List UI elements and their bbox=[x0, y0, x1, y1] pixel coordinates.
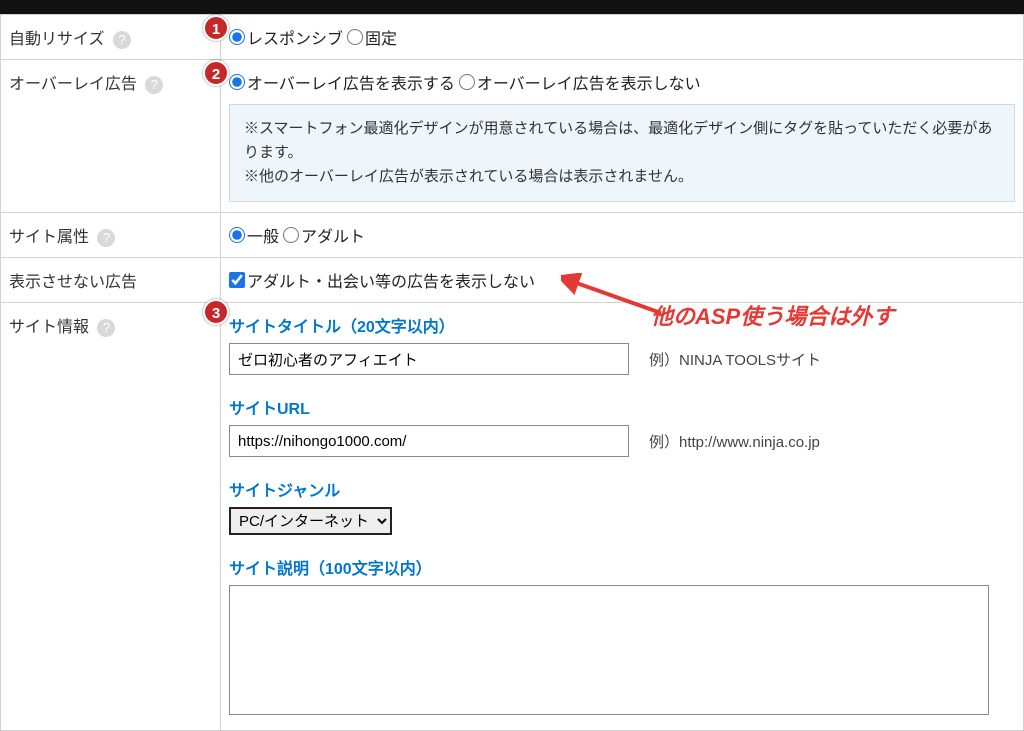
help-icon[interactable]: ? bbox=[113, 31, 131, 49]
label-site-attr: サイト属性 ? bbox=[1, 213, 221, 258]
site-title-input[interactable] bbox=[229, 343, 629, 375]
label-auto-resize: 自動リサイズ ? bbox=[1, 15, 221, 60]
checkbox-hide-adult[interactable] bbox=[229, 272, 245, 288]
badge-3: 3 bbox=[203, 299, 229, 325]
settings-form: 自動リサイズ ? 1 レスポンシブ 固定 オーバーレイ広告 ? 2 bbox=[0, 14, 1024, 731]
radio-general[interactable] bbox=[229, 227, 245, 243]
label-text: サイト情報 bbox=[9, 319, 89, 336]
help-icon[interactable]: ? bbox=[145, 76, 163, 94]
radio-fixed-label: 固定 bbox=[365, 25, 397, 49]
site-genre-select[interactable]: PC/インターネット bbox=[229, 507, 392, 535]
row-auto-resize: 自動リサイズ ? 1 レスポンシブ 固定 bbox=[1, 15, 1024, 60]
row-site-info: サイト情報 ? 3 他のASP使う場合は外す サイトタイトル（ bbox=[1, 303, 1024, 731]
field-site-desc: サイト説明（100文字以内） bbox=[229, 555, 1015, 720]
row-hide-ads: 表示させない広告 アダルト・出会い等の広告を表示しない bbox=[1, 258, 1024, 303]
field-label-site-url: サイトURL bbox=[229, 395, 1015, 419]
field-label-site-genre: サイトジャンル bbox=[229, 477, 1015, 501]
site-url-example: 例）http://www.ninja.co.jp bbox=[649, 431, 820, 452]
field-site-url: サイトURL 例）http://www.ninja.co.jp bbox=[229, 395, 1015, 457]
radio-overlay-show[interactable] bbox=[229, 74, 245, 90]
cell-site-info: 3 他のASP使う場合は外す サイトタイトル（20文字以内） bbox=[221, 303, 1024, 731]
checkbox-hide-adult-label: アダルト・出会い等の広告を表示しない bbox=[247, 268, 535, 292]
row-site-attr: サイト属性 ? 一般 アダルト bbox=[1, 213, 1024, 258]
label-text: 表示させない広告 bbox=[9, 274, 137, 291]
label-hide-ads: 表示させない広告 bbox=[1, 258, 221, 303]
cell-hide-ads: アダルト・出会い等の広告を表示しない bbox=[221, 258, 1024, 303]
radio-overlay-hide[interactable] bbox=[459, 74, 475, 90]
radio-responsive[interactable] bbox=[229, 29, 245, 45]
radio-general-label: 一般 bbox=[247, 223, 279, 247]
cell-auto-resize: 1 レスポンシブ 固定 bbox=[221, 15, 1024, 60]
site-url-input[interactable] bbox=[229, 425, 629, 457]
cell-overlay-ad: 2 オーバーレイ広告を表示する オーバーレイ広告を表示しない ※スマートフォン最… bbox=[221, 60, 1024, 213]
field-site-title: サイトタイトル（20文字以内） 例）NINJA TOOLSサイト bbox=[229, 313, 1015, 375]
site-desc-textarea[interactable] bbox=[229, 585, 989, 715]
help-icon[interactable]: ? bbox=[97, 229, 115, 247]
field-label-site-title: サイトタイトル（20文字以内） bbox=[229, 313, 1015, 337]
label-text: 自動リサイズ bbox=[9, 31, 105, 48]
label-overlay-ad: オーバーレイ広告 ? bbox=[1, 60, 221, 213]
field-label-site-desc: サイト説明（100文字以内） bbox=[229, 555, 1015, 579]
radio-overlay-hide-label: オーバーレイ広告を表示しない bbox=[477, 70, 701, 94]
label-site-info: サイト情報 ? bbox=[1, 303, 221, 731]
site-title-example: 例）NINJA TOOLSサイト bbox=[649, 349, 821, 370]
radio-responsive-label: レスポンシブ bbox=[247, 25, 343, 49]
radio-fixed[interactable] bbox=[347, 29, 363, 45]
radio-adult[interactable] bbox=[283, 227, 299, 243]
badge-2: 2 bbox=[203, 60, 229, 86]
radio-overlay-show-label: オーバーレイ広告を表示する bbox=[247, 70, 455, 94]
label-text: サイト属性 bbox=[9, 229, 89, 246]
cell-site-attr: 一般 アダルト bbox=[221, 213, 1024, 258]
top-bar bbox=[0, 0, 1024, 14]
annotation-text: 他のASP使う場合は外す bbox=[651, 299, 894, 331]
note-line-2: ※他のオーバーレイ広告が表示されている場合は表示されません。 bbox=[244, 165, 1000, 189]
row-overlay-ad: オーバーレイ広告 ? 2 オーバーレイ広告を表示する オーバーレイ広告を表示しな… bbox=[1, 60, 1024, 213]
label-text: オーバーレイ広告 bbox=[9, 76, 137, 93]
radio-adult-label: アダルト bbox=[301, 223, 365, 247]
note-line-1: ※スマートフォン最適化デザインが用意されている場合は、最適化デザイン側にタグを貼… bbox=[244, 117, 1000, 165]
field-site-genre: サイトジャンル PC/インターネット bbox=[229, 477, 1015, 535]
overlay-note: ※スマートフォン最適化デザインが用意されている場合は、最適化デザイン側にタグを貼… bbox=[229, 104, 1015, 202]
help-icon[interactable]: ? bbox=[97, 319, 115, 337]
badge-1: 1 bbox=[203, 15, 229, 41]
